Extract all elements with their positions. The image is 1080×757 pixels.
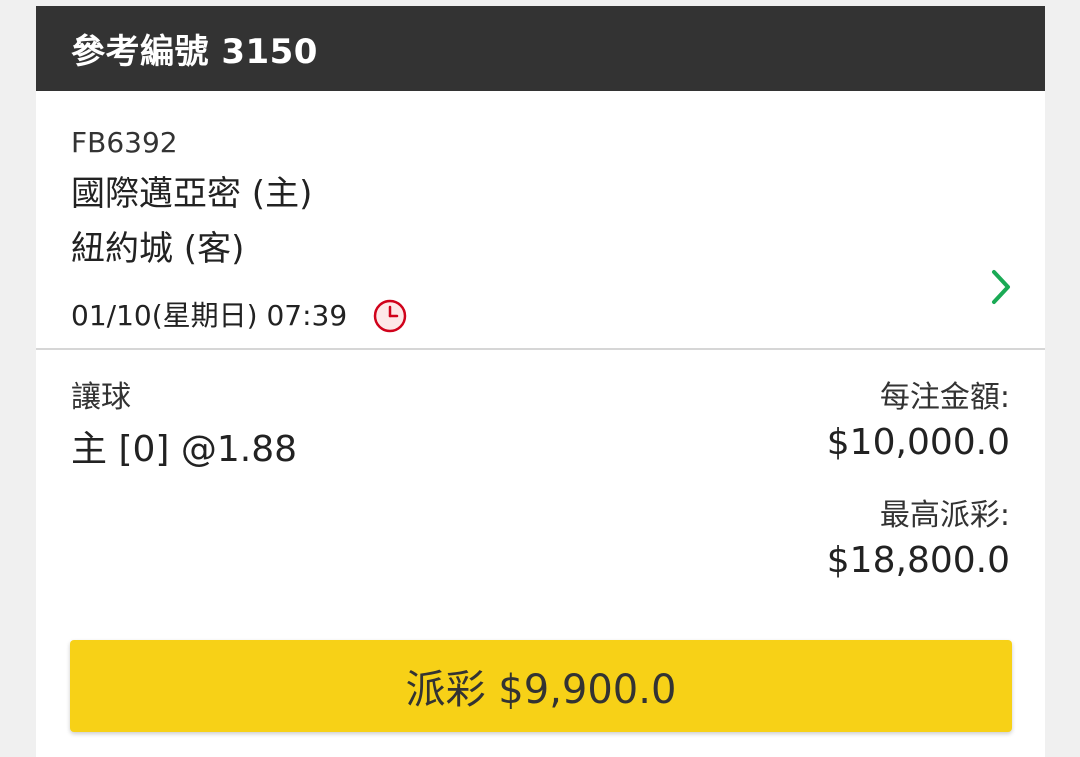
match-info-row[interactable]: FB6392 國際邁亞密 (主) 紐約城 (客) 01/10(星期日) 07:3… [36,91,1045,350]
max-payout-label: 最高派彩: [879,498,1010,533]
match-datetime: 01/10(星期日) 07:39 [71,299,348,332]
bet-record-card: 參考編號 3150 FB6392 國際邁亞密 (主) 紐約城 (客) 01/10… [36,6,1045,757]
home-team: 國際邁亞密 (主) [71,174,313,214]
max-payout-value: $18,800.0 [826,540,1010,581]
bet-type-label: 讓球 [71,380,131,415]
bet-selection: 主 [0] @1.88 [71,429,298,470]
match-datetime-row: 01/10(星期日) 07:39 [71,299,1045,333]
match-id: FB6392 [71,126,178,159]
chevron-right-icon[interactable] [989,268,1013,306]
reference-header: 參考編號 3150 [36,6,1045,91]
reference-number-title: 參考編號 3150 [71,32,318,72]
bet-details: 讓球 主 [0] @1.88 每注金額: $10,000.0 最高派彩: $18… [36,350,1045,620]
away-team: 紐約城 (客) [71,229,245,269]
stake-label: 每注金額: [879,380,1010,415]
stake-value: $10,000.0 [826,422,1010,463]
clock-icon [373,299,407,333]
payout-button[interactable]: 派彩 $9,900.0 [70,640,1012,732]
